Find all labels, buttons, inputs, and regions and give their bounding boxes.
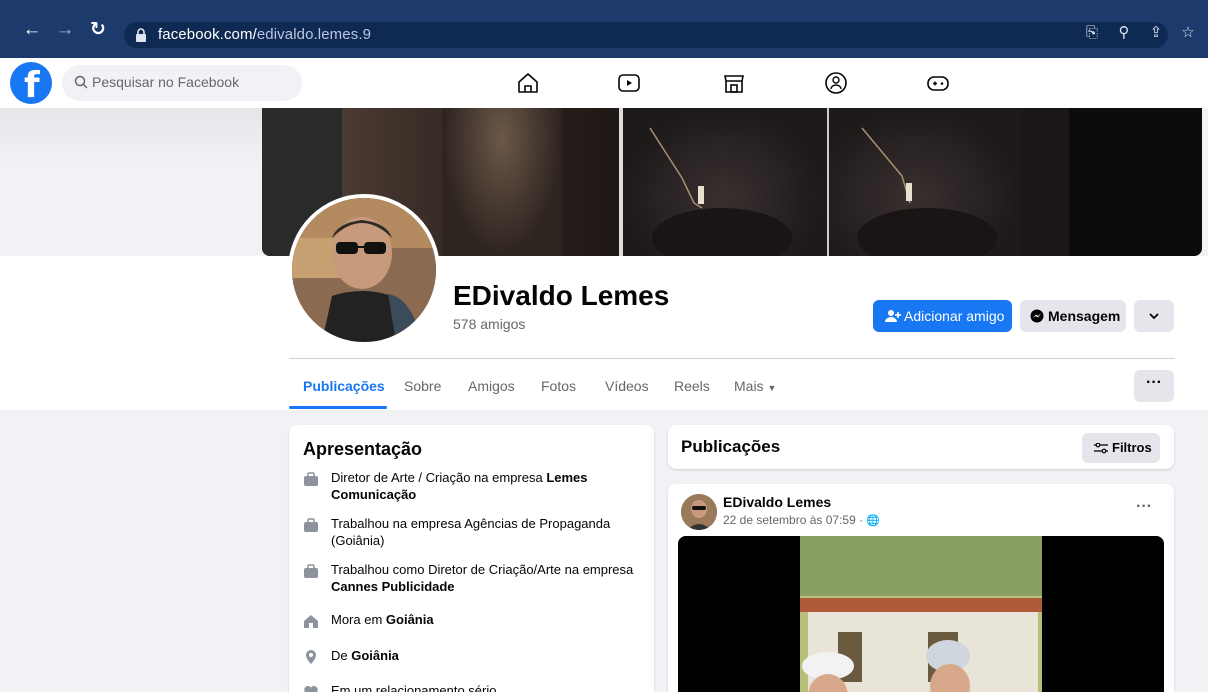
marketplace-nav-icon[interactable] [721,70,747,96]
tab-amigos[interactable]: Amigos [468,378,515,394]
header-divider [289,358,1175,359]
location-pin-icon [306,650,316,664]
url-text[interactable]: facebook.com/edivaldo.lemes.9 [158,26,371,43]
zoom-icon[interactable]: ⚲ [1114,23,1134,43]
post-author-photo [681,494,717,530]
search-input[interactable]: Pesquisar no Facebook [62,65,302,101]
globe-icon: 🌐 [866,515,881,527]
lock-icon [136,28,146,42]
facebook-logo-icon[interactable]: f [10,62,52,106]
groups-nav-icon[interactable] [823,70,849,96]
back-arrow-icon[interactable]: ← [22,20,42,40]
tab-videos[interactable]: Vídeos [605,378,649,394]
tab-fotos[interactable]: Fotos [541,378,576,394]
post-options-icon[interactable]: ··· [1136,498,1152,516]
add-friend-icon [885,310,901,322]
message-label: Mensagem [1048,308,1121,324]
message-button[interactable]: Mensagem [1020,300,1126,332]
tab-reels[interactable]: Reels [674,378,710,394]
bookmark-star-icon[interactable]: ☆ [1178,23,1198,43]
home-icon [304,615,318,628]
profile-name: EDivaldo Lemes [453,280,670,311]
post-card: EDivaldo Lemes 22 de setembro às 07:59 ·… [668,484,1174,692]
briefcase-icon [304,518,318,532]
profile-options-dropdown[interactable] [1134,300,1174,332]
filters-button[interactable]: Filtros [1082,433,1160,463]
profile-photo [292,198,436,342]
forward-arrow-icon[interactable]: → [55,20,75,40]
gaming-nav-icon[interactable] [925,70,951,96]
profile-avatar[interactable] [288,194,440,346]
install-app-icon[interactable]: ⎘ [1082,23,1102,43]
reload-icon[interactable]: ↻ [88,20,108,40]
intro-item-work: Trabalhou na empresa Agências de Propaga… [303,515,643,551]
intro-title: Apresentação [303,439,423,459]
tab-sobre[interactable]: Sobre [404,378,441,394]
page-shading [0,108,262,168]
search-icon [74,75,88,89]
post-author-avatar[interactable] [681,494,717,530]
publications-title: Publicações [681,437,781,456]
heart-icon [304,686,318,692]
more-options-button[interactable]: ··· [1134,370,1174,402]
intro-item-work: Diretor de Arte / Criação na empresa Lem… [303,469,643,505]
search-placeholder: Pesquisar no Facebook [92,74,240,90]
briefcase-icon [304,472,318,486]
publications-header: Publicações Filtros [668,425,1174,469]
active-tab-indicator [289,406,387,409]
friends-count[interactable]: 578 amigos [453,316,525,332]
intro-item-from: De Goiânia [303,647,643,667]
add-friend-label: Adicionar amigo [904,308,1005,324]
intro-item-lives-in: Mora em Goiânia [303,611,643,631]
watch-nav-icon[interactable] [616,70,642,96]
tab-publicacoes[interactable]: Publicações [303,378,385,394]
briefcase-icon [304,564,318,578]
post-photo [678,536,1164,692]
tab-mais[interactable]: Mais ▼ [734,378,776,394]
chevron-down-icon [1149,313,1159,320]
intro-item-work: Trabalhou como Diretor de Criação/Arte n… [303,561,643,597]
intro-card: Apresentação Diretor de Arte / Criação n… [289,425,654,692]
caret-down-icon: ▼ [767,383,777,393]
add-friend-button[interactable]: Adicionar amigo [873,300,1012,332]
intro-item-relationship: Em um relacionamento sério [303,682,643,692]
post-author-name[interactable]: EDivaldo Lemes [723,494,831,510]
facebook-header: f Pesquisar no Facebook [0,58,1208,108]
filter-sliders-icon [1094,443,1108,454]
home-nav-icon[interactable] [515,70,541,96]
filters-label: Filtros [1112,440,1152,455]
post-timestamp[interactable]: 22 de setembro às 07:59 · 🌐 [723,513,880,527]
share-icon[interactable]: ⇪ [1146,23,1166,43]
post-image[interactable] [678,536,1164,692]
messenger-icon [1030,309,1044,323]
